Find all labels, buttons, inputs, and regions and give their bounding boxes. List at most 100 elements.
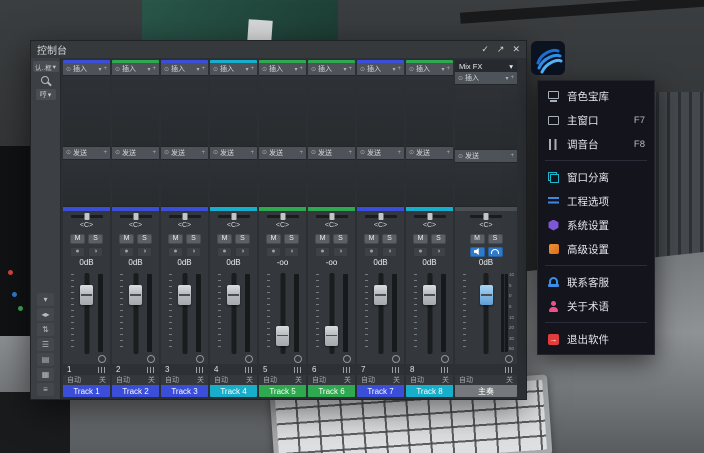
main-sends-header[interactable]: ⊙ 发送 + bbox=[455, 150, 517, 163]
automation-row[interactable]: 自动 关 bbox=[161, 375, 208, 385]
solo-button[interactable]: S bbox=[88, 233, 103, 244]
main-strip[interactable]: Mix FX ▾ ⊙ 插入 ▾ + ⊙ 发送 + <C> M S 0dB 10 … bbox=[455, 60, 517, 397]
add-icon[interactable]: + bbox=[299, 66, 303, 72]
pan-slider[interactable] bbox=[357, 211, 404, 222]
main-pan-slider[interactable] bbox=[455, 211, 517, 222]
mute-button[interactable]: M bbox=[119, 233, 134, 244]
pan-value[interactable]: <C> bbox=[112, 222, 159, 232]
menu-item[interactable]: 工程选项 bbox=[538, 189, 654, 213]
meter-bars-icon[interactable] bbox=[98, 366, 106, 373]
track-name[interactable]: Track 8 bbox=[406, 385, 453, 397]
track-name[interactable]: Track 4 bbox=[210, 385, 257, 397]
chevron-down-icon[interactable]: ▾ bbox=[441, 66, 444, 73]
add-icon[interactable]: + bbox=[103, 150, 107, 156]
fader[interactable] bbox=[374, 273, 387, 354]
collapse-icon[interactable]: ▾ bbox=[37, 293, 54, 306]
record-arm-button[interactable]: ● bbox=[413, 246, 428, 257]
meter-bars-icon[interactable] bbox=[196, 366, 204, 373]
channel-db[interactable]: 0dB bbox=[357, 258, 404, 269]
track-name[interactable]: Track 7 bbox=[357, 385, 404, 397]
meter-bars-icon[interactable] bbox=[147, 366, 155, 373]
solo-button[interactable]: S bbox=[235, 233, 250, 244]
add-icon[interactable]: + bbox=[299, 150, 303, 156]
menu-item[interactable]: 主窗口 F7 bbox=[538, 108, 654, 132]
power-icon[interactable]: ⊙ bbox=[360, 149, 365, 156]
power-icon[interactable]: ⊙ bbox=[262, 66, 267, 73]
power-icon[interactable]: ⊙ bbox=[66, 66, 71, 73]
pan-value[interactable]: <C> bbox=[63, 222, 110, 232]
pan-thumb[interactable] bbox=[378, 213, 383, 220]
add-icon[interactable]: + bbox=[103, 66, 107, 72]
menu-item[interactable]: 音色宝库 bbox=[538, 84, 654, 108]
power-icon[interactable]: ⊙ bbox=[311, 66, 316, 73]
power-icon[interactable]: ⊙ bbox=[311, 149, 316, 156]
chevron-down-icon[interactable]: ▾ bbox=[392, 66, 395, 73]
chevron-down-icon[interactable]: ▾ bbox=[343, 66, 346, 73]
sends-header[interactable]: ⊙ 发送 + bbox=[112, 146, 159, 159]
sends-rack[interactable] bbox=[112, 158, 159, 207]
pan-value[interactable]: <C> bbox=[161, 222, 208, 232]
record-arm-button[interactable]: ● bbox=[315, 246, 330, 257]
inserts-rack[interactable] bbox=[63, 75, 110, 147]
monitor-button[interactable]: ◑ bbox=[186, 246, 201, 257]
sends-header[interactable]: ⊙ 发送 + bbox=[259, 146, 306, 159]
automation-row[interactable]: 自动 关 bbox=[210, 375, 257, 385]
channel-strip[interactable]: ⊙ 插入 ▾ + ⊙ 发送 + <C> M S ● ◑ 0dB bbox=[406, 60, 453, 397]
solo-button[interactable]: S bbox=[284, 233, 299, 244]
track-name[interactable]: Track 3 bbox=[161, 385, 208, 397]
fader-thumb[interactable] bbox=[374, 285, 387, 306]
pan-value[interactable]: <C> bbox=[259, 222, 306, 232]
add-icon[interactable]: + bbox=[446, 150, 450, 156]
pan-thumb[interactable] bbox=[231, 213, 236, 220]
mute-button[interactable]: M bbox=[266, 233, 281, 244]
rack-icon[interactable]: ▤ bbox=[37, 353, 54, 366]
add-icon[interactable]: + bbox=[510, 153, 514, 159]
sends-header[interactable]: ⊙ 发送 + bbox=[210, 146, 257, 159]
clip-indicator-icon[interactable] bbox=[505, 355, 513, 363]
inserts-header[interactable]: ⊙ 插入 ▾ + bbox=[63, 63, 110, 75]
pan-slider[interactable] bbox=[259, 211, 306, 222]
menu-item[interactable]: 联系客服 bbox=[538, 270, 654, 294]
chevron-down-icon[interactable]: ▾ bbox=[147, 66, 150, 73]
fader-thumb[interactable] bbox=[80, 285, 93, 306]
add-icon[interactable]: + bbox=[152, 150, 156, 156]
clip-indicator-icon[interactable] bbox=[147, 355, 155, 363]
fader[interactable] bbox=[423, 273, 436, 354]
inserts-header[interactable]: ⊙ 插入 ▾ + bbox=[112, 63, 159, 75]
fader-thumb[interactable] bbox=[276, 325, 289, 346]
main-track-name[interactable]: 主奏 bbox=[455, 385, 517, 397]
solo-button[interactable]: S bbox=[382, 233, 397, 244]
fader[interactable] bbox=[178, 273, 191, 354]
power-icon[interactable]: ⊙ bbox=[66, 149, 71, 156]
pan-slider[interactable] bbox=[112, 211, 159, 222]
screen-icon[interactable]: ▦ bbox=[37, 368, 54, 381]
record-arm-button[interactable]: ● bbox=[119, 246, 134, 257]
sends-rack[interactable] bbox=[63, 158, 110, 207]
mute-button[interactable]: M bbox=[217, 233, 232, 244]
power-icon[interactable]: ⊙ bbox=[213, 66, 218, 73]
inserts-header[interactable]: ⊙ 插入 ▾ + bbox=[210, 63, 257, 75]
track-name[interactable]: Track 2 bbox=[112, 385, 159, 397]
record-arm-button[interactable]: ● bbox=[364, 246, 379, 257]
clip-indicator-icon[interactable] bbox=[441, 355, 449, 363]
add-icon[interactable]: + bbox=[510, 75, 514, 81]
inserts-header[interactable]: ⊙ 插入 ▾ + bbox=[357, 63, 404, 75]
power-icon[interactable]: ⊙ bbox=[115, 66, 120, 73]
pan-slider[interactable] bbox=[63, 211, 110, 222]
mute-button[interactable]: M bbox=[315, 233, 330, 244]
solo-button[interactable]: S bbox=[186, 233, 201, 244]
add-icon[interactable]: + bbox=[397, 66, 401, 72]
inserts-rack[interactable] bbox=[259, 75, 306, 147]
pan-slider[interactable] bbox=[161, 211, 208, 222]
monitor-button[interactable]: ◑ bbox=[382, 246, 397, 257]
main-db-value[interactable]: 0dB bbox=[455, 258, 517, 269]
main-fader[interactable] bbox=[479, 273, 493, 354]
narrow-wide-icon[interactable]: ◂▸ bbox=[37, 308, 54, 321]
clip-indicator-icon[interactable] bbox=[294, 355, 302, 363]
inserts-rack[interactable] bbox=[112, 75, 159, 147]
main-listen-button[interactable] bbox=[487, 246, 503, 257]
pan-slider[interactable] bbox=[210, 211, 257, 222]
fader-thumb[interactable] bbox=[129, 285, 142, 306]
fader[interactable] bbox=[325, 273, 338, 354]
fader-thumb[interactable] bbox=[178, 285, 191, 306]
